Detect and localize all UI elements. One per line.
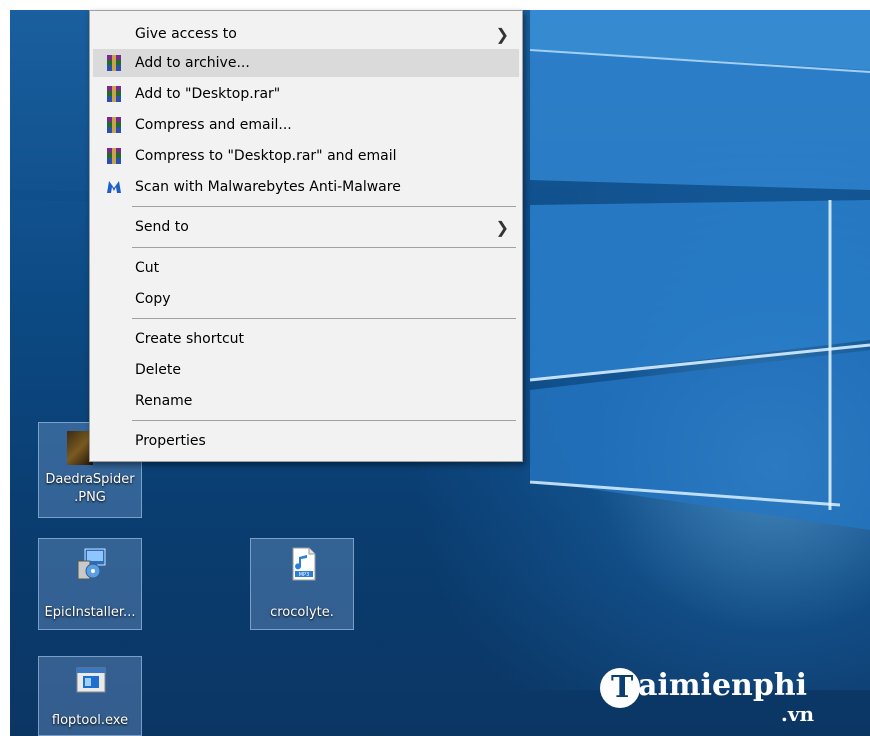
menu-item-label: Delete	[135, 362, 181, 378]
watermark-brand: aimienphi	[638, 668, 808, 703]
winrar-icon	[107, 117, 121, 133]
menu-item-label: Compress to "Desktop.rar" and email	[135, 148, 397, 164]
mp3-file-icon: MP3	[292, 547, 316, 581]
svg-text:MP3: MP3	[299, 572, 310, 578]
desktop-icon-floptool[interactable]: floptool.exe	[38, 656, 142, 736]
menu-item-scan-with-malwarebytes[interactable]: Scan with Malwarebytes Anti-Malware	[93, 173, 519, 201]
menu-item-copy[interactable]: Copy	[93, 285, 519, 313]
menu-item-compress-to-desktop-rar-and-email[interactable]: Compress to "Desktop.rar" and email	[93, 142, 519, 170]
installer-icon	[77, 548, 106, 580]
taimienphi-watermark: T aimienphi .vn	[600, 668, 840, 728]
chevron-right-icon: ❯	[495, 220, 509, 237]
menu-item-label: Add to "Desktop.rar"	[135, 86, 281, 102]
menu-item-add-to-desktop-rar[interactable]: Add to "Desktop.rar"	[93, 80, 519, 108]
desktop-icon-label: crocolyte.	[270, 605, 334, 620]
menu-separator	[132, 318, 516, 319]
menu-item-create-shortcut[interactable]: Create shortcut	[93, 325, 519, 353]
exe-file-icon	[76, 667, 106, 693]
menu-item-properties[interactable]: Properties	[93, 427, 519, 455]
menu-item-delete[interactable]: Delete	[93, 356, 519, 384]
winrar-icon	[107, 55, 121, 71]
menu-item-rename[interactable]: Rename	[93, 387, 519, 415]
menu-item-label: Add to archive...	[135, 55, 250, 71]
winrar-icon	[107, 148, 121, 164]
menu-item-add-to-archive[interactable]: Add to archive...	[93, 49, 519, 77]
menu-separator	[132, 206, 516, 207]
menu-item-label: Give access to	[135, 26, 237, 42]
watermark-suffix: .vn	[780, 702, 814, 726]
menu-item-label: Scan with Malwarebytes Anti-Malware	[135, 179, 401, 195]
menu-item-give-access-to[interactable]: Give access to ❯	[93, 20, 519, 48]
context-menu: Give access to ❯ Add to archive... Add t…	[89, 10, 523, 462]
menu-item-label: Compress and email...	[135, 117, 292, 133]
menu-item-cut[interactable]: Cut	[93, 254, 519, 282]
chevron-right-icon: ❯	[495, 27, 509, 44]
menu-item-label: Properties	[135, 433, 206, 449]
menu-item-label: Send to	[135, 219, 189, 235]
malwarebytes-icon	[107, 181, 121, 193]
taimienphi-logo-icon: T	[600, 668, 640, 708]
menu-item-send-to[interactable]: Send to ❯	[93, 213, 519, 241]
screenshot: DaedraSpider .PNG EpicInstaller... MP3 c…	[0, 0, 870, 736]
menu-item-label: Create shortcut	[135, 331, 245, 347]
desktop-icon-label: DaedraSpider .PNG	[45, 472, 135, 505]
winrar-icon	[107, 86, 121, 102]
menu-separator	[132, 247, 516, 248]
menu-item-compress-and-email[interactable]: Compress and email...	[93, 111, 519, 139]
desktop-icon-epicinstaller[interactable]: EpicInstaller...	[38, 538, 142, 630]
desktop-icon-label: EpicInstaller...	[44, 605, 136, 620]
desktop-icon-crocolyte[interactable]: MP3 crocolyte.	[250, 538, 354, 630]
menu-separator	[132, 420, 516, 421]
menu-item-label: Cut	[135, 260, 160, 276]
menu-item-label: Copy	[135, 291, 171, 307]
logo-letter: T	[611, 670, 634, 705]
menu-item-label: Rename	[135, 393, 193, 409]
desktop-icon-label: floptool.exe	[51, 713, 129, 728]
